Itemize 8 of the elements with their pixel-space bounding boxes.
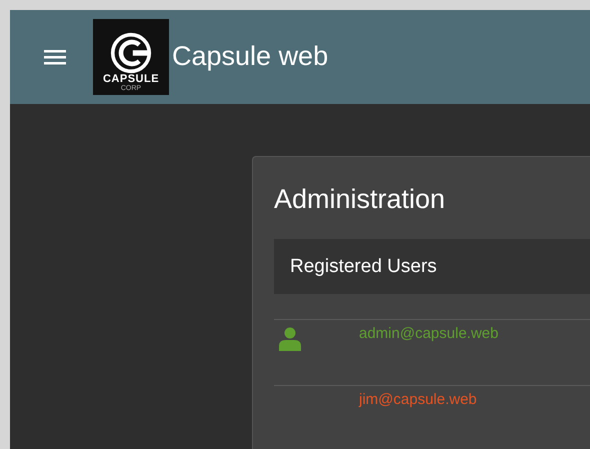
card-title: Administration (274, 183, 446, 215)
app-title: Capsule web (172, 40, 328, 72)
user-email: jim@capsule.web (359, 391, 477, 408)
logo-text: CAPSULE (102, 74, 160, 85)
section-header: Registered Users (274, 239, 590, 294)
user-email: admin@capsule.web (359, 325, 498, 342)
capsule-logo-icon (110, 32, 152, 74)
menu-icon[interactable] (44, 49, 66, 65)
